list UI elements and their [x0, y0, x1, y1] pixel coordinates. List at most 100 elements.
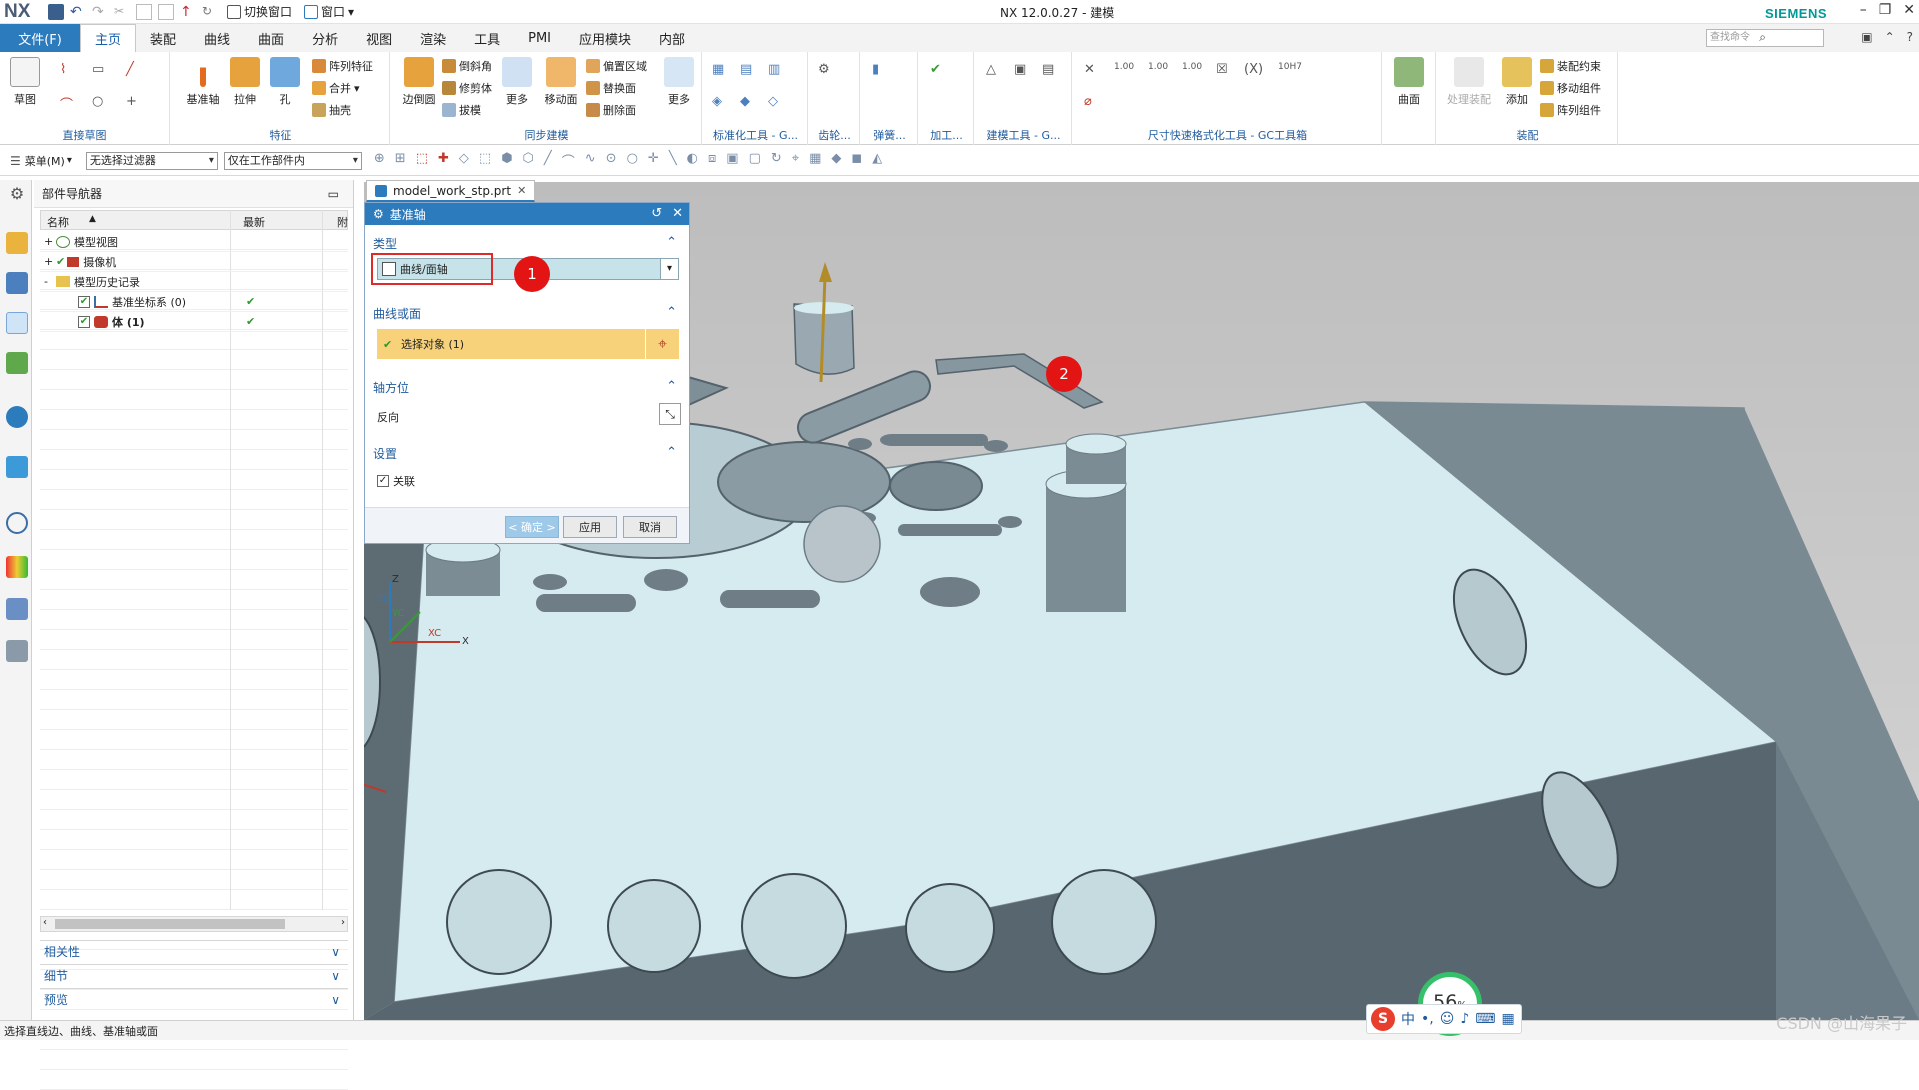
- section-preview[interactable]: 预览 ∨: [40, 988, 348, 1010]
- tab-view[interactable]: 视图: [352, 24, 406, 52]
- system-materials-icon[interactable]: [6, 556, 28, 578]
- sogou-logo-icon[interactable]: S: [1371, 1007, 1395, 1031]
- feature-checkbox[interactable]: ✔: [78, 295, 90, 308]
- offset-region-button[interactable]: 偏置区域: [586, 58, 647, 74]
- view-icon-4[interactable]: ⌖: [792, 151, 799, 170]
- section-axis-orientation[interactable]: 轴方位 ⌃: [373, 379, 681, 396]
- tree-node-model-history[interactable]: - 模型历史记录: [40, 272, 348, 292]
- dimension-icon-2[interactable]: 1.00: [1114, 62, 1134, 72]
- gear-tool-icon[interactable]: ⚙: [818, 62, 830, 77]
- tree-node-body[interactable]: ✔ 体 (1) ✔: [40, 312, 348, 332]
- replace-face-button[interactable]: 替换面: [586, 80, 636, 96]
- expand-icon[interactable]: +: [44, 255, 56, 268]
- snap-icon-8[interactable]: ⬡: [523, 151, 534, 170]
- select-object-row[interactable]: ✔ 选择对象 (1) ⌖: [377, 329, 679, 359]
- pattern-feature-button[interactable]: 阵列特征: [312, 58, 373, 74]
- emoji-icon[interactable]: ☺: [1440, 1011, 1455, 1027]
- constraint-navigator-icon[interactable]: [6, 272, 28, 294]
- machining-tool-icon[interactable]: ✔: [930, 62, 941, 77]
- help-icon[interactable]: ?: [1907, 30, 1913, 44]
- column-attached[interactable]: 附: [337, 214, 348, 230]
- associative-option[interactable]: ✓ 关联: [377, 473, 415, 489]
- trim-body-button[interactable]: 修剪体: [442, 80, 492, 96]
- save-icon[interactable]: [48, 3, 64, 20]
- redo-icon[interactable]: ↷: [92, 4, 108, 20]
- section-details[interactable]: 细节 ∨: [40, 964, 348, 986]
- delete-face-button[interactable]: 删除面: [586, 102, 636, 118]
- snap-icon-4[interactable]: ✚: [438, 151, 449, 170]
- snap-icon-7[interactable]: ⬢: [501, 151, 512, 170]
- edge-blend-button[interactable]: 边倒圆: [400, 57, 438, 107]
- tab-home[interactable]: 主页: [80, 24, 137, 52]
- collapse-icon[interactable]: -: [44, 275, 56, 288]
- document-tab[interactable]: model_work_stp.prt ✕: [366, 180, 536, 202]
- copy-icon[interactable]: [136, 3, 152, 20]
- ime-grid-icon[interactable]: ▦: [1501, 1011, 1514, 1027]
- modeling-tool-icon-2[interactable]: ▣: [1014, 62, 1026, 77]
- menu-dropdown-icon[interactable]: ▾: [67, 155, 72, 166]
- draft-button[interactable]: 拔模: [442, 102, 481, 118]
- tab-internal[interactable]: 内部: [645, 24, 699, 52]
- tab-pmi[interactable]: PMI: [514, 24, 565, 52]
- repeat-command-icon[interactable]: ↻: [202, 4, 218, 20]
- process-studio-icon[interactable]: [6, 598, 28, 620]
- scrollbar-thumb[interactable]: [55, 919, 285, 929]
- web-browser-icon[interactable]: [6, 406, 28, 428]
- restore-icon[interactable]: ❐: [1879, 2, 1892, 18]
- scroll-left-icon[interactable]: ‹: [43, 917, 47, 928]
- maximize-panel-icon[interactable]: ▭: [328, 187, 339, 201]
- close-icon[interactable]: ✕: [1903, 2, 1915, 18]
- add-component-button[interactable]: 添加: [1498, 57, 1536, 107]
- rectangle-icon[interactable]: ▭: [92, 62, 104, 77]
- clock-icon[interactable]: [6, 512, 28, 534]
- tab-render[interactable]: 渲染: [406, 24, 460, 52]
- modeling-tool-icon-1[interactable]: △: [986, 62, 996, 77]
- assembly-constraint-button[interactable]: 装配约束: [1540, 58, 1601, 74]
- tree-node-model-views[interactable]: + 模型视图: [40, 232, 348, 252]
- column-name[interactable]: 名称: [47, 214, 69, 230]
- part-navigator-icon[interactable]: [6, 312, 28, 334]
- view-icon-3[interactable]: ↻: [771, 151, 782, 170]
- tab-applications[interactable]: 应用模块: [565, 24, 645, 52]
- view-icon-8[interactable]: ◭: [872, 151, 882, 170]
- snap-icon-6[interactable]: ⬚: [479, 151, 491, 170]
- dimension-icon-3[interactable]: 1.00: [1148, 62, 1168, 72]
- shell-button[interactable]: 抽壳: [312, 102, 351, 118]
- window-menu-button[interactable]: 窗口 ▾: [301, 3, 357, 20]
- ok-button[interactable]: < 确定 >: [505, 516, 559, 538]
- chevron-up-icon[interactable]: ⌃: [666, 305, 677, 320]
- minimize-icon[interactable]: –: [1860, 2, 1867, 18]
- gc-tool-icon-3[interactable]: ▥: [768, 62, 780, 77]
- more-feature-button[interactable]: 更多: [498, 57, 536, 107]
- spring-tool-icon[interactable]: ▮: [872, 62, 879, 77]
- tab-surface[interactable]: 曲面: [244, 24, 298, 52]
- tab-assembly[interactable]: 装配: [136, 24, 190, 52]
- section-type[interactable]: 类型 ⌃: [373, 235, 681, 252]
- snap-icon-14[interactable]: ✛: [648, 151, 659, 170]
- snap-icon-15[interactable]: ╲: [669, 151, 677, 170]
- history-icon[interactable]: [6, 456, 28, 478]
- chamfer-button[interactable]: 倒斜角: [442, 58, 492, 74]
- tree-node-cameras[interactable]: + ✔ 摄像机: [40, 252, 348, 272]
- gc-tool-icon-6[interactable]: ◇: [768, 94, 778, 109]
- close-icon[interactable]: ✕: [672, 206, 683, 221]
- snap-icon-3[interactable]: ⬚: [416, 151, 428, 170]
- feature-checkbox[interactable]: ✔: [78, 315, 90, 328]
- chevron-up-icon[interactable]: ⌃: [666, 445, 677, 460]
- extrude-button[interactable]: 拉伸: [226, 57, 264, 107]
- chevron-up-icon[interactable]: ⌃: [666, 379, 677, 394]
- scroll-right-icon[interactable]: ›: [341, 917, 345, 928]
- dimension-icon-8[interactable]: ⌀: [1084, 94, 1092, 109]
- view-icon-7[interactable]: ◼: [851, 151, 862, 170]
- assembly-navigator-icon[interactable]: [6, 232, 28, 254]
- reset-icon[interactable]: ↺: [651, 206, 662, 221]
- snap-icon-1[interactable]: ⊕: [374, 151, 385, 170]
- reverse-direction-button[interactable]: ⤡: [659, 403, 681, 425]
- sketch-button[interactable]: 草图: [6, 57, 44, 107]
- gc-tool-icon-2[interactable]: ▤: [740, 62, 752, 77]
- collapse-ribbon-icon[interactable]: ⌃: [1885, 30, 1895, 44]
- selection-scope-combo[interactable]: 仅在工作部件内: [223, 151, 362, 170]
- keyboard-icon[interactable]: ⌨: [1475, 1011, 1495, 1027]
- dimension-icon-1[interactable]: ✕: [1084, 62, 1095, 77]
- snap-icon-13[interactable]: ○: [627, 151, 638, 170]
